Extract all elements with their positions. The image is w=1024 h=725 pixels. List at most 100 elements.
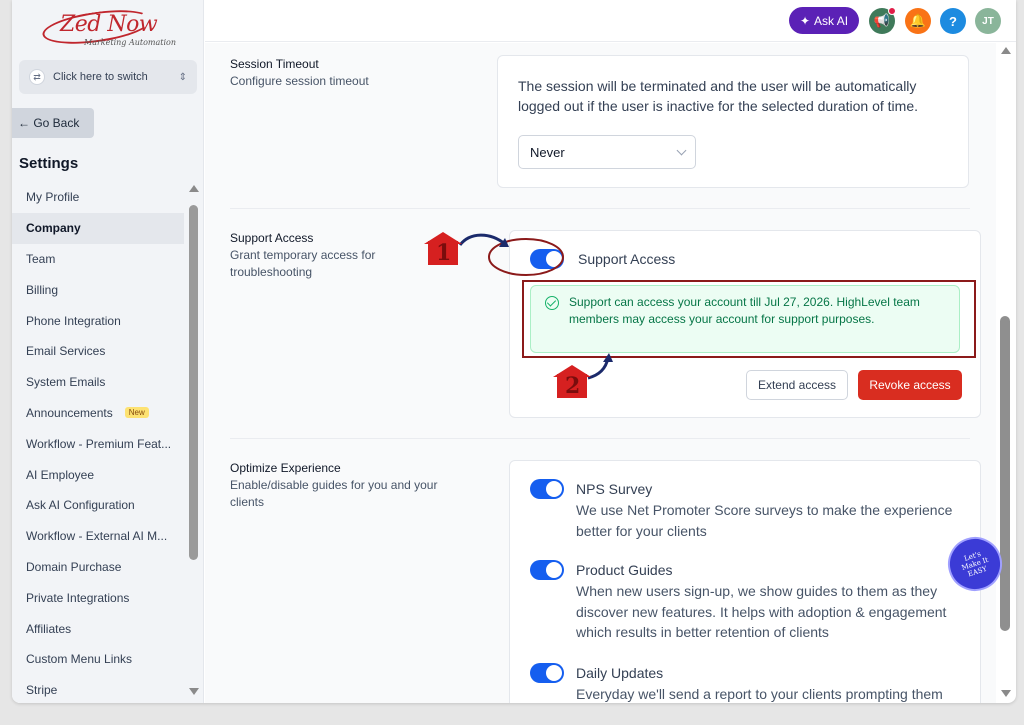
- settings-title: Settings: [19, 155, 79, 172]
- sidebar-item-label: Stripe: [26, 683, 58, 698]
- logo-tagline: Marketing Automation: [84, 38, 177, 47]
- content-scrollbar[interactable]: [1000, 43, 1012, 703]
- ask-ai-button[interactable]: ✦ Ask AI: [789, 7, 859, 34]
- annotation-number-2: 2: [565, 373, 581, 399]
- scroll-down-icon[interactable]: [1001, 690, 1011, 697]
- sidebar-item-label: Workflow - External AI M...: [26, 529, 168, 544]
- switch-icon: ⇄: [29, 69, 45, 85]
- divider: [230, 208, 970, 209]
- annotation-highlight-box: [522, 280, 976, 358]
- nps-survey-toggle[interactable]: [530, 479, 564, 499]
- sidebar-item-label: Domain Purchase: [26, 559, 122, 574]
- sidebar-item-label: Affiliates: [26, 621, 72, 636]
- support-access-toggle-label: Support Access: [578, 251, 676, 267]
- sidebar-item-team[interactable]: Team: [12, 244, 184, 275]
- go-back-button[interactable]: ← Go Back: [12, 108, 94, 138]
- new-badge: New: [124, 407, 149, 419]
- session-timeout-card: The session will be terminated and the u…: [497, 55, 969, 188]
- revoke-access-button[interactable]: Revoke access: [858, 370, 962, 400]
- annotation-number-1: 1: [436, 240, 452, 266]
- sidebar-item-label: Team: [26, 251, 56, 266]
- support-access-title: Support Access: [230, 231, 314, 245]
- megaphone-button[interactable]: 📢: [869, 7, 896, 34]
- sidebar-item-affiliates[interactable]: Affiliates: [12, 613, 184, 644]
- switcher-label: Click here to switch: [53, 71, 148, 83]
- help-icon: ?: [949, 13, 957, 29]
- sidebar-item-system-emails[interactable]: System Emails: [12, 367, 184, 398]
- optimize-card: NPS Survey We use Net Promoter Score sur…: [509, 460, 981, 703]
- sidebar-item-domain-purchase[interactable]: Domain Purchase: [12, 552, 184, 583]
- sidebar-item-phone-integration[interactable]: Phone Integration: [12, 305, 184, 336]
- sidebar-item-label: Workflow - Premium Feat...: [26, 436, 172, 451]
- nps-survey-desc: We use Net Promoter Score surveys to mak…: [576, 502, 953, 539]
- toggle-knob: [546, 665, 562, 681]
- notification-dot: [888, 7, 896, 15]
- optimize-desc: Enable/disable guides for you and your c…: [230, 478, 438, 509]
- sidebar-item-label: Email Services: [26, 344, 106, 359]
- session-timeout-text: The session will be terminated and the u…: [518, 78, 919, 114]
- chevron-updown-icon: ⇕: [178, 71, 187, 83]
- sidebar-item-label: System Emails: [26, 375, 106, 390]
- sparkle-icon: ✦: [799, 13, 811, 28]
- sidebar-item-label: Ask AI Configuration: [26, 498, 135, 513]
- select-value: Never: [530, 144, 565, 160]
- sidebar-item-private-integrations[interactable]: Private Integrations: [12, 582, 184, 613]
- scroll-up-icon[interactable]: [189, 185, 199, 192]
- support-access-desc: Grant temporary access for troubleshooti…: [230, 248, 376, 279]
- daily-updates-title: Daily Updates: [576, 665, 664, 681]
- sidebar-item-email-services[interactable]: Email Services: [12, 336, 184, 367]
- sidebar-item-label: Announcements: [26, 405, 113, 420]
- product-guides-title: Product Guides: [576, 562, 673, 578]
- toggle-knob: [546, 481, 562, 497]
- settings-nav: My Profile Company Team Billing Phone In…: [12, 182, 184, 703]
- help-button[interactable]: ?: [940, 8, 966, 34]
- toggle-knob: [546, 562, 562, 578]
- sidebar: Zed Now Marketing Automation ⇄ Click her…: [12, 0, 204, 703]
- sidebar-item-label: Company: [26, 221, 81, 236]
- sidebar-item-label: Billing: [26, 282, 59, 297]
- support-access-toggle[interactable]: [530, 249, 564, 269]
- daily-updates-toggle[interactable]: [530, 663, 564, 683]
- sidebar-item-ai-employee[interactable]: AI Employee: [12, 459, 184, 490]
- sidebar-item-workflow-external-ai[interactable]: Workflow - External AI M...: [12, 521, 184, 552]
- scroll-down-icon[interactable]: [189, 688, 199, 695]
- sidebar-item-stripe[interactable]: Stripe: [12, 675, 184, 703]
- sidebar-item-workflow-premium[interactable]: Workflow - Premium Feat...: [12, 428, 184, 459]
- bell-button[interactable]: 🔔: [905, 8, 931, 34]
- logo-name: Zed Now: [60, 12, 158, 37]
- sidebar-item-custom-menu-links[interactable]: Custom Menu Links: [12, 644, 184, 675]
- sidebar-item-announcements[interactable]: Announcements New: [12, 398, 184, 429]
- sidebar-item-label: Custom Menu Links: [26, 652, 133, 667]
- sidebar-item-label: AI Employee: [26, 467, 95, 482]
- sidebar-item-label: Phone Integration: [26, 313, 121, 328]
- chevron-down-icon: [676, 145, 687, 156]
- scrollbar-thumb[interactable]: [189, 205, 198, 560]
- product-guides-desc: When new users sign-up, we show guides t…: [576, 583, 947, 640]
- logo: Zed Now Marketing Automation: [40, 4, 190, 50]
- nps-survey-title: NPS Survey: [576, 481, 653, 497]
- product-guides-toggle[interactable]: [530, 560, 564, 580]
- optimize-title: Optimize Experience: [230, 461, 341, 475]
- extend-access-button[interactable]: Extend access: [746, 370, 848, 400]
- scroll-up-icon[interactable]: [1001, 47, 1011, 54]
- session-timeout-title: Session Timeout: [230, 57, 319, 71]
- toggle-knob: [546, 251, 562, 267]
- sidebar-item-label: Private Integrations: [26, 590, 130, 605]
- daily-updates-desc: Everyday we'll send a report to your cli…: [576, 686, 943, 702]
- sidebar-item-my-profile[interactable]: My Profile: [12, 182, 184, 213]
- sidebar-item-label: My Profile: [26, 190, 80, 205]
- ask-ai-label: Ask AI: [814, 13, 849, 28]
- session-timeout-select[interactable]: Never: [518, 135, 696, 169]
- app-window: Zed Now Marketing Automation ⇄ Click her…: [12, 0, 1016, 703]
- top-header: ✦ Ask AI 📢 🔔 ? JT: [205, 0, 1016, 42]
- bell-icon: 🔔: [909, 13, 927, 28]
- sidebar-item-ask-ai-config[interactable]: Ask AI Configuration: [12, 490, 184, 521]
- sidebar-item-billing[interactable]: Billing: [12, 274, 184, 305]
- sidebar-scrollbar[interactable]: [189, 185, 199, 695]
- avatar[interactable]: JT: [975, 8, 1001, 34]
- account-switcher[interactable]: ⇄ Click here to switch ⇕: [19, 60, 197, 94]
- megaphone-icon: 📢: [873, 13, 891, 28]
- session-timeout-desc: Configure session timeout: [230, 74, 369, 88]
- scrollbar-thumb[interactable]: [1000, 316, 1010, 631]
- sidebar-item-company[interactable]: Company: [12, 212, 184, 244]
